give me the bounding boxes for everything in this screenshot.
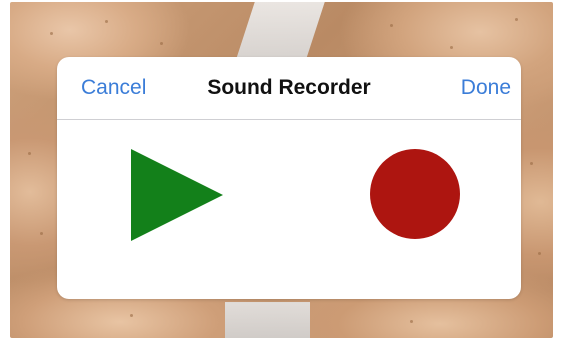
background-speck [530,162,533,165]
background-speck [410,320,413,323]
dialog-title: Sound Recorder [207,76,371,99]
navigation-bar: Cancel Sound Recorder Done [57,57,521,120]
background-speck [515,18,518,21]
background-speck [130,314,133,317]
background-speck [538,252,541,255]
background-speck [160,42,163,45]
sound-recorder-dialog: Cancel Sound Recorder Done [57,57,521,299]
background-speck [40,232,43,235]
record-button[interactable] [369,148,461,240]
record-icon [370,149,460,239]
background-speck [28,152,31,155]
play-icon [131,149,223,241]
play-button[interactable] [131,149,223,241]
done-button[interactable]: Done [461,76,511,100]
background-speck [450,46,453,49]
background-speck [50,32,53,35]
background-speck [105,20,108,23]
background-speck [390,24,393,27]
